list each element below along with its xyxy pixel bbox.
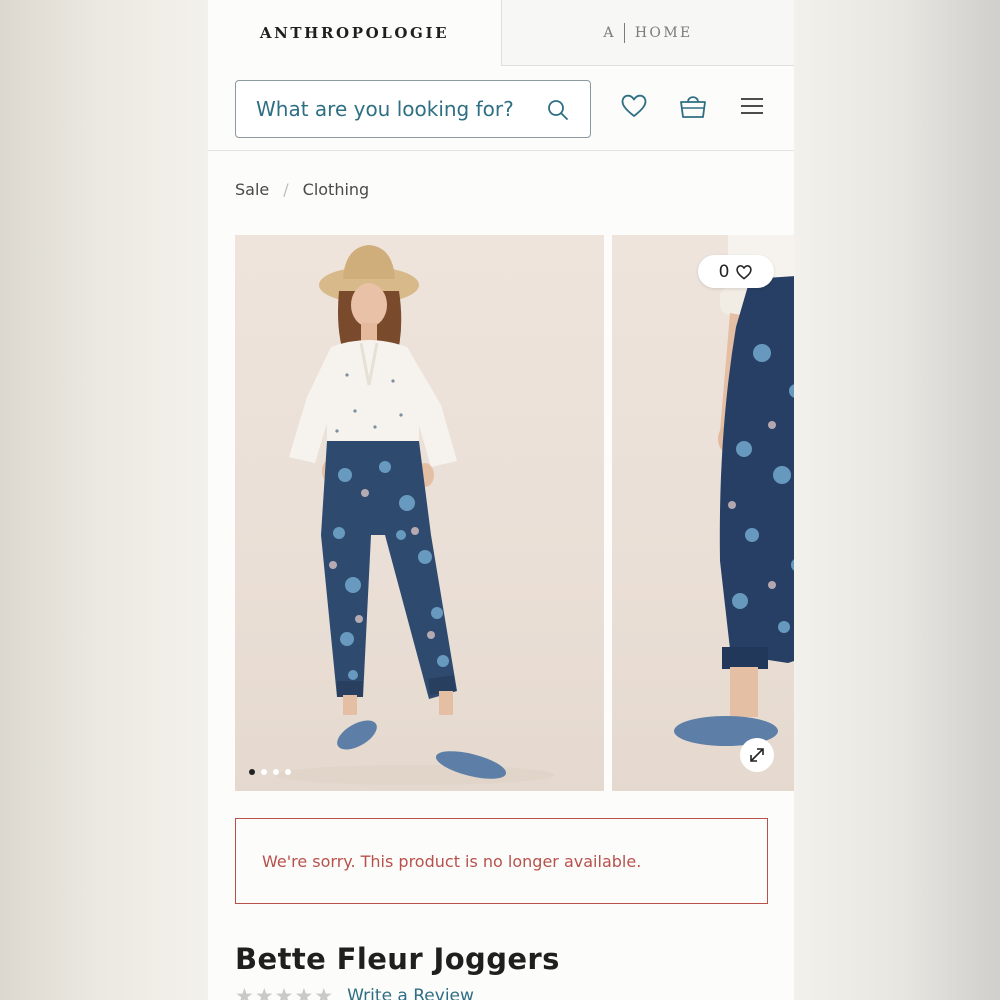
anthropologie-logo: ANTHROPOLOGIE bbox=[259, 24, 450, 42]
product-image-secondary[interactable]: 0 bbox=[612, 235, 794, 791]
breadcrumb-separator: / bbox=[283, 179, 289, 199]
pagination-dot[interactable] bbox=[273, 769, 279, 775]
shopping-bag-icon[interactable] bbox=[678, 91, 708, 121]
pagination-dot[interactable] bbox=[285, 769, 291, 775]
search-icon[interactable] bbox=[546, 98, 570, 122]
heart-icon[interactable] bbox=[619, 91, 649, 121]
rating-stars: ★ ★ ★ ★ ★ bbox=[235, 985, 333, 1000]
pagination-dot[interactable] bbox=[249, 769, 255, 775]
home-logo-divider bbox=[623, 22, 625, 43]
star-icon: ★ bbox=[294, 984, 314, 1000]
home-logo-label: HOME bbox=[634, 24, 693, 41]
star-icon: ★ bbox=[314, 984, 334, 1000]
home-logo-letter: A bbox=[603, 24, 616, 41]
breadcrumb-item-sale[interactable]: Sale bbox=[235, 180, 269, 199]
image-pagination-dots bbox=[249, 769, 291, 775]
search-box bbox=[235, 80, 591, 138]
breadcrumb: Sale / Clothing bbox=[235, 178, 369, 200]
product-image-primary[interactable] bbox=[235, 235, 604, 791]
brand-tabs: ANTHROPOLOGIE A HOME bbox=[208, 0, 794, 66]
mobile-page: ANTHROPOLOGIE A HOME What are you lookin… bbox=[208, 0, 794, 1000]
write-review-link[interactable]: Write a Review bbox=[347, 986, 474, 1000]
expand-icon bbox=[750, 748, 764, 762]
star-icon: ★ bbox=[235, 984, 254, 1000]
heart-icon bbox=[736, 264, 753, 279]
star-icon: ★ bbox=[274, 984, 294, 1000]
brand-tab-home[interactable]: A HOME bbox=[501, 0, 794, 66]
product-rating: ★ ★ ★ ★ ★ Write a Review bbox=[235, 985, 474, 1000]
favorite-button[interactable]: 0 bbox=[698, 255, 774, 288]
model-photo-front bbox=[275, 245, 555, 785]
star-icon: ★ bbox=[254, 984, 274, 1000]
search-input[interactable] bbox=[256, 97, 536, 121]
favorite-count: 0 bbox=[718, 261, 730, 282]
product-title: Bette Fleur Joggers bbox=[235, 942, 560, 976]
alert-message: We're sorry. This product is no longer a… bbox=[262, 851, 642, 871]
brand-tab-anthropologie[interactable]: ANTHROPOLOGIE bbox=[208, 0, 501, 66]
site-header bbox=[208, 66, 794, 151]
expand-image-button[interactable] bbox=[740, 738, 774, 772]
breadcrumb-item-clothing[interactable]: Clothing bbox=[303, 180, 370, 199]
hamburger-menu-icon[interactable] bbox=[737, 91, 767, 121]
unavailable-alert: We're sorry. This product is no longer a… bbox=[235, 818, 768, 904]
model-photo-side bbox=[674, 235, 794, 746]
pagination-dot[interactable] bbox=[261, 769, 267, 775]
